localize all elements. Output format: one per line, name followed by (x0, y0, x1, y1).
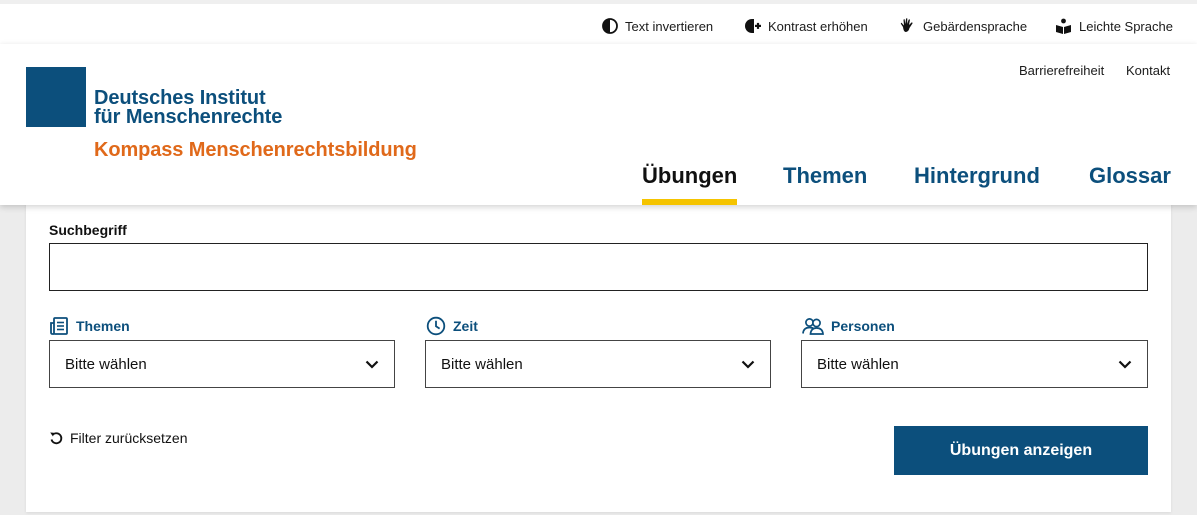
contrast-link[interactable]: Kontrast erhöhen (744, 16, 868, 36)
nav-item-uebungen[interactable]: Übungen (642, 163, 738, 205)
sign-language-label: Gebärdensprache (923, 18, 1028, 34)
themen-select[interactable]: Bitte wählen (49, 340, 395, 388)
contrast-increase-icon (745, 19, 761, 33)
search-label: Suchbegriff (49, 222, 127, 238)
nav-item-label: Themen (783, 163, 868, 188)
reset-filters-label: Filter zurücksetzen (70, 430, 188, 446)
chevron-down-icon (1118, 360, 1132, 369)
invert-text-link[interactable]: Text invertieren (602, 16, 713, 36)
personen-select[interactable]: Bitte wählen (801, 340, 1148, 388)
search-input[interactable] (49, 243, 1148, 291)
select-value: Bitte wählen (65, 355, 147, 373)
clock-icon (426, 316, 446, 336)
contact-link[interactable]: Kontakt (1126, 63, 1170, 78)
nav-item-glossar[interactable]: Glossar (1089, 163, 1171, 205)
reset-filters-button[interactable]: Filter zurücksetzen (49, 430, 187, 446)
filter-label-zeit: Zeit (426, 316, 478, 336)
site-subtitle[interactable]: Kompass Menschenrechtsbildung (94, 139, 417, 162)
active-nav-underline (642, 199, 738, 205)
filter-label-personen: Personen (802, 316, 895, 336)
open-book-icon (1056, 18, 1071, 34)
nav-item-themen[interactable]: Themen (783, 163, 867, 205)
invert-text-label: Text invertieren (625, 18, 714, 34)
org-name-line2: für Menschenrechte (94, 106, 283, 128)
chevron-down-icon (741, 360, 755, 369)
institute-logo-text[interactable]: Deutsches Institut für Menschenrechte (94, 88, 283, 128)
hand-sign-icon (900, 17, 913, 32)
filter-label-text: Themen (76, 318, 130, 334)
filter-label-text: Zeit (453, 318, 478, 334)
zeit-select[interactable]: Bitte wählen (425, 340, 771, 388)
sign-language-link[interactable]: Gebärdensprache (899, 16, 1027, 36)
easy-language-link[interactable]: Leichte Sprache (1055, 16, 1173, 36)
nav-item-label: Glossar (1089, 163, 1171, 188)
nav-item-hintergrund[interactable]: Hintergrund (914, 163, 1040, 205)
accessibility-bar: Text invertieren Kontrast erhöhen Gebärd… (0, 0, 1197, 44)
nav-item-label: Übungen (642, 163, 738, 188)
select-value: Bitte wählen (817, 355, 899, 373)
easy-language-label: Leichte Sprache (1079, 18, 1173, 34)
site-header: Deutsches Institut für Menschenrechte Ko… (0, 44, 1197, 205)
institute-logo-flag (26, 67, 86, 127)
people-icon (802, 317, 824, 335)
filter-label-text: Personen (831, 318, 895, 334)
contrast-label: Kontrast erhöhen (768, 18, 868, 34)
chevron-down-icon (365, 360, 379, 369)
reset-arrow-icon (50, 432, 63, 445)
select-value: Bitte wählen (441, 355, 523, 373)
accessibility-statement-link[interactable]: Barrierefreiheit (1019, 63, 1104, 78)
filter-label-themen: Themen (49, 316, 130, 336)
nav-item-label: Hintergrund (914, 163, 1040, 188)
document-list-icon (50, 316, 68, 335)
contrast-half-icon (602, 18, 618, 34)
show-exercises-button[interactable]: Übungen anzeigen (894, 426, 1148, 475)
